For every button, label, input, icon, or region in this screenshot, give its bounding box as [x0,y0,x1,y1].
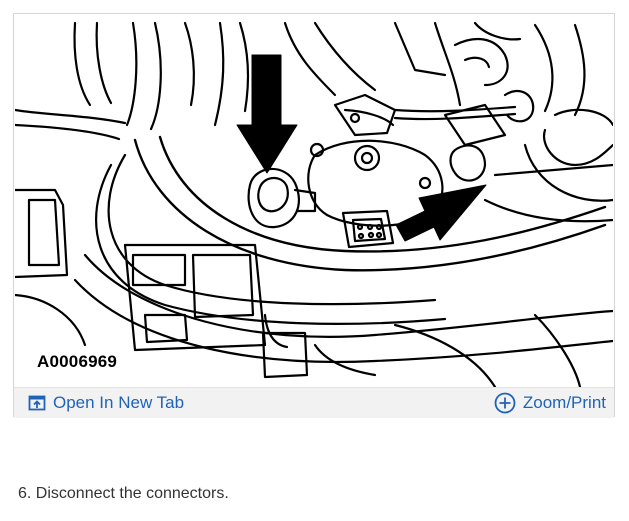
engine-diagram-image: A0006969 [15,15,613,387]
figure-card: A0006969 Open In New Tab Zoom/Print [13,13,615,418]
zoom-print-button[interactable]: Zoom/Print [494,388,606,418]
open-new-tab-icon [28,395,46,411]
figure-toolbar: Open In New Tab Zoom/Print [14,387,614,418]
plus-circle-icon [494,392,516,414]
zoom-print-label: Zoom/Print [522,393,606,412]
figure-id-label: A0006969 [37,352,118,371]
instruction-step: 6. Disconnect the connectors. [18,485,229,502]
open-in-new-tab-label: Open In New Tab [53,393,185,412]
open-in-new-tab-button[interactable]: Open In New Tab [28,388,184,418]
